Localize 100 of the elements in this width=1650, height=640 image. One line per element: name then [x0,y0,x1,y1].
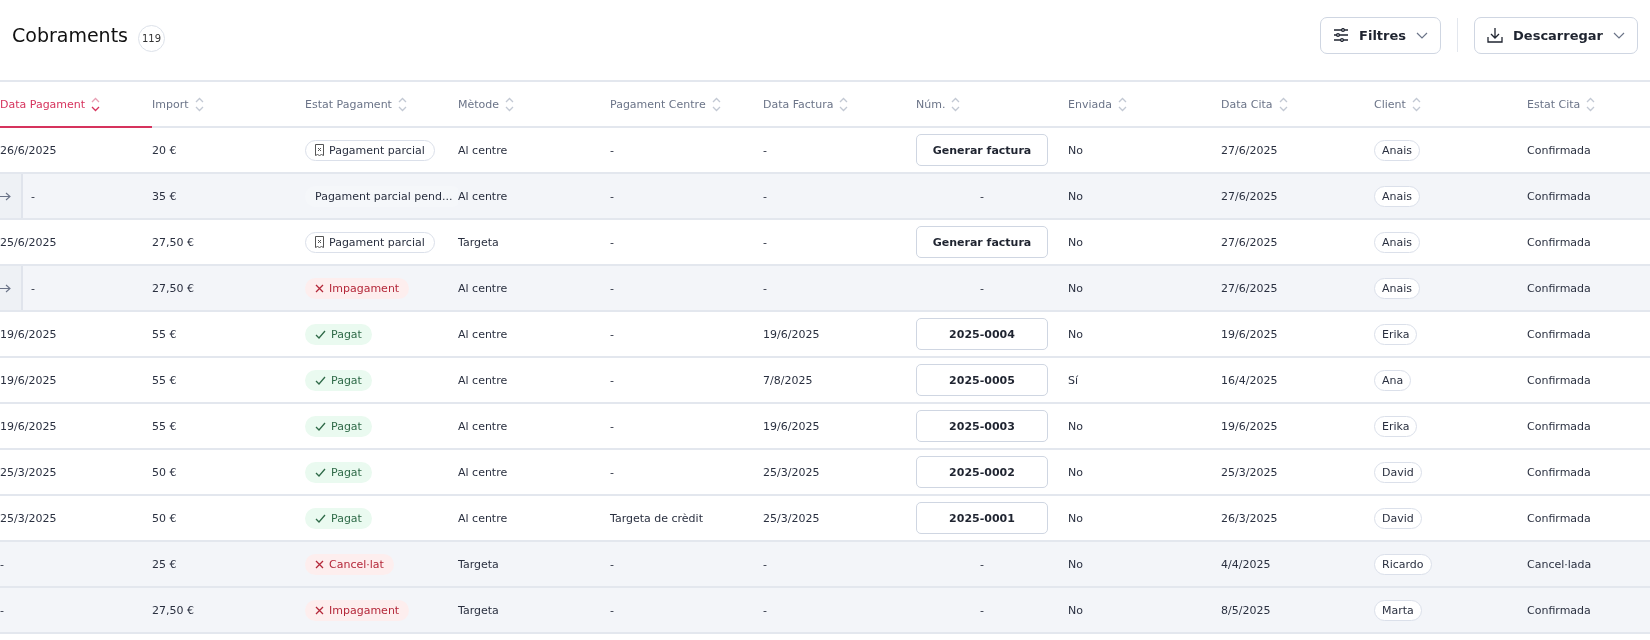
sort-icon [194,96,204,112]
table-cell-text: 8/5/2025 [1221,603,1271,617]
table-cell-text: Confirmada [1527,281,1591,295]
table-cell-text: 27/6/2025 [1221,235,1278,249]
table-cell-text: 19/6/2025 [763,419,820,433]
table-cell-text: Al centre [458,465,508,479]
table-cell-text: Confirmada [1527,235,1591,249]
table-cell-text: No [1068,465,1083,479]
table-cell-text: 55 € [152,327,177,341]
table-cell-text: - [980,603,984,617]
table-cell-text: No [1068,419,1083,433]
table-cell-text: No [1068,511,1083,525]
table-cell-text: No [1068,189,1083,203]
generate-invoice-button[interactable]: Generar factura [916,134,1048,166]
table-cell-text: Al centre [458,327,508,341]
table-cell-text: 26/3/2025 [1221,511,1278,525]
status-badge: Pagat [305,415,372,437]
table-cell-text: Confirmada [1527,511,1591,525]
table-cell-text: Al centre [458,511,508,525]
table-cell-text: 27/6/2025 [1221,143,1278,157]
table-cell-text: - [610,327,614,341]
table-cell-text: 16/4/2025 [1221,373,1278,387]
invoice-number-button[interactable]: 2025-0002 [916,456,1048,488]
sort-icon [711,96,721,112]
client-tag: Erika [1374,323,1418,345]
table-cell-text: - [763,281,767,295]
table-cell-text: No [1068,603,1083,617]
table-cell-text: - [610,603,614,617]
table-cell-text: Confirmada [1527,603,1591,617]
status-badge: Pagament parcial [305,231,435,253]
table-cell-text: - [763,235,767,249]
sort-icon [839,96,849,112]
page-title: Cobraments [12,24,128,46]
sort-icon [1586,96,1596,112]
table-cell-text: 25/3/2025 [0,511,57,525]
table-cell-text: No [1068,327,1083,341]
table-cell-text: - [31,281,35,295]
receipt-icon [315,236,324,248]
table-cell-text: Confirmada [1527,419,1591,433]
generate-invoice-button[interactable]: Generar factura [916,226,1048,258]
close-icon [315,559,324,569]
table-cell-text: 27,50 € [152,281,194,295]
table-cell-text: 55 € [152,373,177,387]
close-icon [315,605,324,615]
table-cell-text: 27,50 € [152,235,194,249]
table-cell-text: 4/4/2025 [1221,557,1271,571]
table-cell-text: 55 € [152,419,177,433]
client-tag: Ana [1374,369,1412,391]
status-badge: Impagament [305,277,410,299]
table-cell-text: 50 € [152,511,177,525]
table-cell-text: 25/3/2025 [763,465,820,479]
client-tag: Anais [1374,277,1421,299]
table-cell-text: 19/6/2025 [1221,327,1278,341]
arrow-right-icon [0,191,11,201]
chevron-down-icon [1416,31,1429,39]
check-icon [315,513,326,523]
table-cell-text: - [610,557,614,571]
table-cell-text: - [763,557,767,571]
invoice-number-button[interactable]: 2025-0001 [916,502,1048,534]
client-tag: Anais [1374,231,1421,253]
sort-icon [1411,96,1421,112]
table-cell-text: 27/6/2025 [1221,281,1278,295]
status-badge: Cancel·lat [305,553,394,575]
status-badge: Pagat [305,461,372,483]
check-icon [315,375,326,385]
status-badge: Pagament parcial [305,139,435,161]
table-cell-text: 27,50 € [152,603,194,617]
table-cell-text: Confirmada [1527,465,1591,479]
filter-button[interactable]: Filtres [1320,16,1442,54]
table-cell-text: Confirmada [1527,189,1591,203]
table-cell-text: - [31,189,35,203]
table-cell-text: 19/6/2025 [0,373,57,387]
download-button[interactable]: Descarregar [1474,16,1638,54]
invoice-number-button[interactable]: 2025-0005 [916,364,1048,396]
table-cell-text: - [610,419,614,433]
receipt-icon [315,144,324,156]
download-icon [1487,27,1504,43]
check-icon [315,421,326,431]
table-cell-text: - [763,143,767,157]
table-cell-text: Al centre [458,373,508,387]
table-cell-text: 19/6/2025 [1221,419,1278,433]
table-cell-text: - [610,235,614,249]
table-cell-text: - [610,281,614,295]
table-cell-text: Al centre [458,419,508,433]
table-cell-text: 25/3/2025 [1221,465,1278,479]
table-cell-text: No [1068,143,1083,157]
table-cell-text: 19/6/2025 [0,327,57,341]
table-cell-text: No [1068,557,1083,571]
close-icon [315,283,324,293]
table-cell-text: - [0,603,4,617]
client-tag: Erika [1374,415,1418,437]
table-cell-text: 26/6/2025 [0,143,57,157]
invoice-number-button[interactable]: 2025-0004 [916,318,1048,350]
invoice-number-button[interactable]: 2025-0003 [916,410,1048,442]
table-cell-text: Targeta [458,235,499,249]
status-badge: Pagat [305,369,372,391]
check-icon [315,329,326,339]
table-cell-text: Cancel·lada [1527,557,1592,571]
sort-icon [951,96,961,112]
table-cell-text: Confirmada [1527,143,1591,157]
